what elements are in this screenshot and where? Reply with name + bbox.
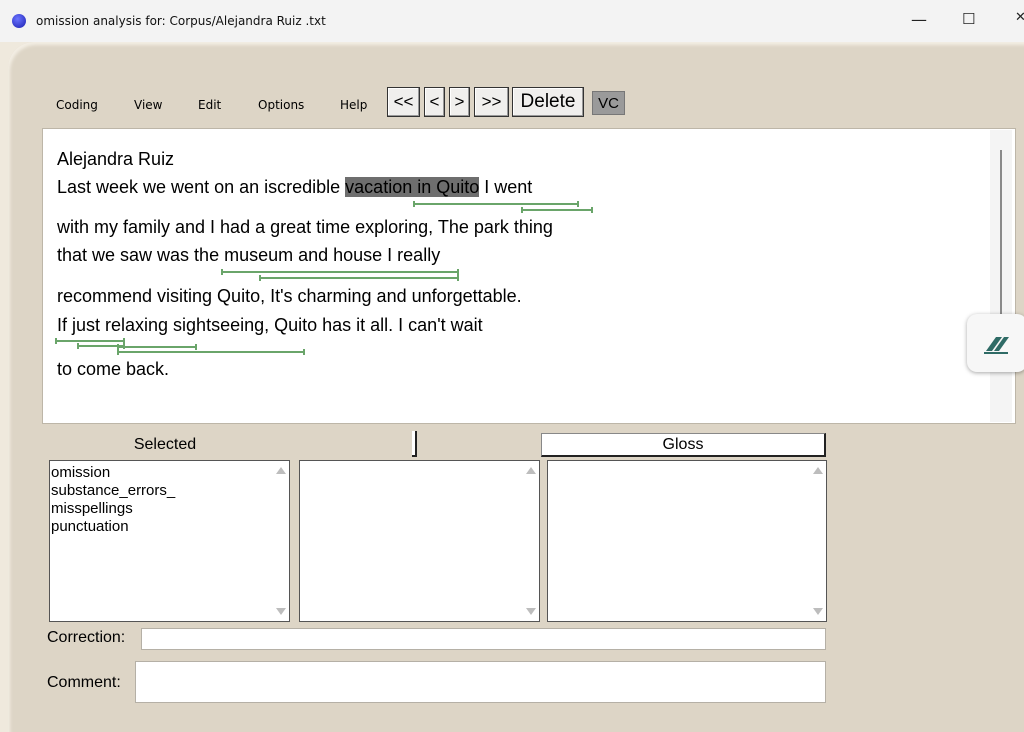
vc-button[interactable]: VC xyxy=(592,91,625,115)
highlighted-phrase[interactable]: vacation in Quito xyxy=(345,177,480,197)
document-line-6: to come back. xyxy=(57,359,170,379)
annotation-underline[interactable] xyxy=(413,201,579,207)
gloss-list[interactable] xyxy=(547,460,827,622)
scroll-up-icon[interactable] xyxy=(526,467,536,474)
list-scrollbar[interactable] xyxy=(808,461,826,621)
maximize-button[interactable]: ☐ xyxy=(962,10,975,28)
line1-post: I went xyxy=(479,177,533,197)
annotation-underline[interactable] xyxy=(117,349,305,355)
middle-list[interactable] xyxy=(299,460,540,622)
column-resize-handle[interactable] xyxy=(412,431,417,457)
annotation-underline[interactable] xyxy=(55,338,125,344)
minimize-button[interactable]: — xyxy=(911,10,927,29)
selected-codes-list[interactable]: omission substance_errors_ misspellings … xyxy=(49,460,290,622)
list-item[interactable]: misspellings xyxy=(51,500,175,518)
side-widget-button[interactable] xyxy=(967,314,1024,372)
list-item[interactable]: omission xyxy=(51,464,175,482)
writing-tool-icon xyxy=(984,337,1009,354)
app-icon xyxy=(12,14,26,28)
correction-label: Correction: xyxy=(47,629,126,646)
list-item[interactable]: substance_errors_ xyxy=(51,482,175,500)
comment-label: Comment: xyxy=(47,674,121,691)
close-button[interactable]: ✕ xyxy=(1015,10,1024,25)
last-button[interactable]: >> xyxy=(474,87,509,117)
menu-coding[interactable]: Coding xyxy=(56,98,98,112)
scroll-down-icon[interactable] xyxy=(526,608,536,615)
document-line-1: Last week we went on an iscredible vacat… xyxy=(57,177,532,198)
selected-items: omission substance_errors_ misspellings … xyxy=(51,464,175,536)
next-button[interactable]: > xyxy=(449,87,470,117)
document-editor[interactable]: Alejandra Ruiz Last week we went on an i… xyxy=(42,128,1016,424)
list-scrollbar[interactable] xyxy=(521,461,539,621)
menu-view[interactable]: View xyxy=(134,98,162,112)
scroll-up-icon[interactable] xyxy=(276,467,286,474)
delete-button[interactable]: Delete xyxy=(512,87,584,117)
title-bar: omission analysis for: Corpus/Alejandra … xyxy=(0,0,1024,42)
window-title: omission analysis for: Corpus/Alejandra … xyxy=(36,14,326,28)
first-button[interactable]: << xyxy=(387,87,420,117)
prev-button[interactable]: < xyxy=(424,87,445,117)
scroll-down-icon[interactable] xyxy=(276,608,286,615)
editor-scrollbar-thumb[interactable] xyxy=(1000,150,1002,318)
annotation-underline[interactable] xyxy=(259,275,459,281)
menu-help[interactable]: Help xyxy=(340,98,367,112)
document-line-4: recommend visiting Quito, It's charming … xyxy=(57,286,522,306)
list-item[interactable]: punctuation xyxy=(51,518,175,536)
document-line-3: that we saw was the museum and house I r… xyxy=(57,245,441,265)
document-line-5: If just relaxing sightseeing, Quito has … xyxy=(57,315,483,335)
document-author: Alejandra Ruiz xyxy=(57,149,175,169)
annotation-underline[interactable] xyxy=(221,269,459,275)
annotation-underline[interactable] xyxy=(117,344,197,350)
line1-pre: Last week we went on an iscredible xyxy=(57,177,346,197)
scroll-down-icon[interactable] xyxy=(813,608,823,615)
menu-edit[interactable]: Edit xyxy=(198,98,221,112)
scroll-up-icon[interactable] xyxy=(813,467,823,474)
document-line-2: with my family and I had a great time ex… xyxy=(57,217,553,237)
comment-field[interactable] xyxy=(135,661,826,703)
selected-header: Selected xyxy=(133,436,197,453)
annotation-underline[interactable] xyxy=(521,207,593,213)
correction-field[interactable] xyxy=(141,628,826,650)
menu-options[interactable]: Options xyxy=(258,98,304,112)
gloss-header[interactable]: Gloss xyxy=(541,433,826,457)
list-scrollbar[interactable] xyxy=(271,461,289,621)
